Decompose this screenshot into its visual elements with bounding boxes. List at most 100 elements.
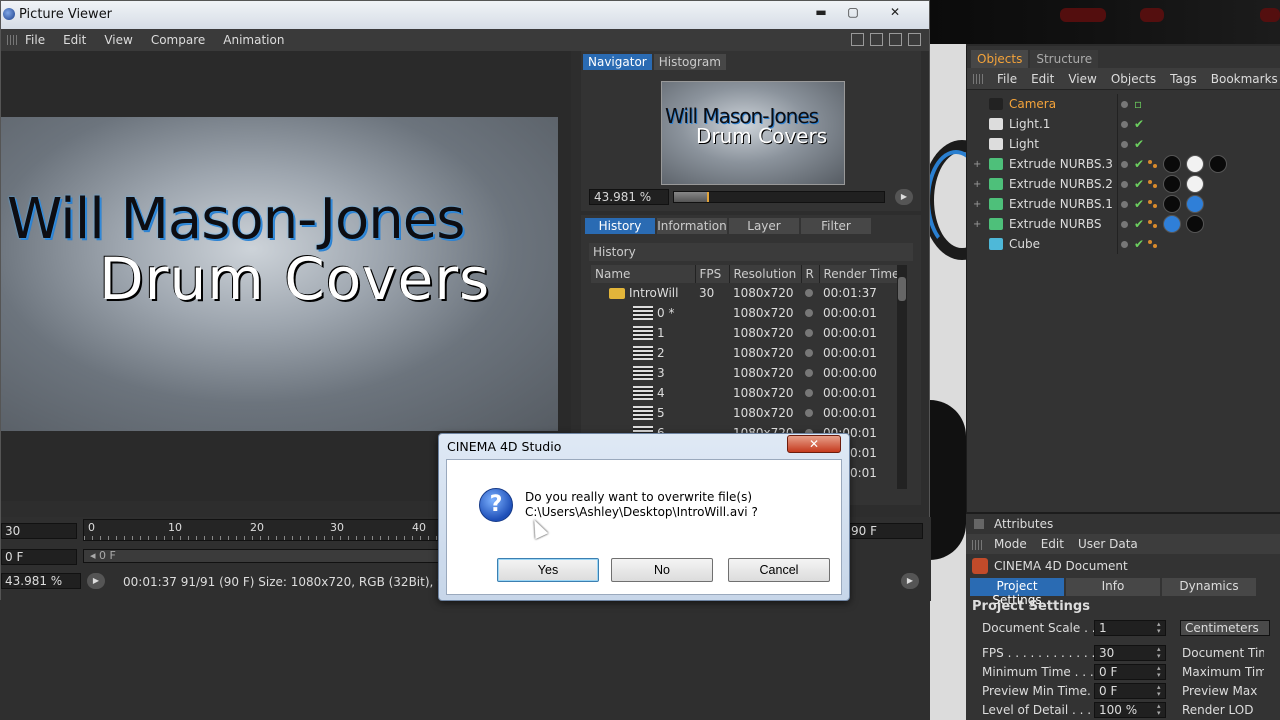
zoom-field[interactable]: 43.981 % <box>589 189 669 205</box>
visibility-dot-icon[interactable] <box>1121 200 1128 208</box>
expand-icon[interactable]: + <box>973 159 983 170</box>
menu-view[interactable]: View <box>1068 72 1096 86</box>
cancel-button[interactable]: Cancel <box>728 558 830 582</box>
enabled-check-icon[interactable]: ✔ <box>1134 137 1144 151</box>
object-name[interactable]: Light.1 <box>1009 117 1115 131</box>
visibility-dot-icon[interactable] <box>1121 220 1128 228</box>
object-name[interactable]: Extrude NURBS.3 <box>1009 157 1115 171</box>
play-icon[interactable]: ▶ <box>895 189 913 205</box>
material-tag-icon[interactable] <box>1163 175 1181 193</box>
object-row[interactable]: Light.1 ✔ <box>967 114 1280 134</box>
visibility-dot-icon[interactable] <box>1121 180 1128 188</box>
col-render-time[interactable]: Render Time <box>819 265 907 283</box>
enabled-check-icon[interactable]: ✔ <box>1134 117 1144 131</box>
timeline-ruler[interactable]: 0 10 20 30 40 <box>83 519 443 541</box>
menu-view[interactable]: View <box>104 33 132 47</box>
grip-icon[interactable] <box>973 74 985 84</box>
object-name[interactable]: Cube <box>1009 237 1115 251</box>
tab-dynamics[interactable]: Dynamics <box>1162 578 1256 596</box>
object-row[interactable]: + Extrude NURBS.2 ✔ <box>967 174 1280 194</box>
table-row[interactable]: 0 * 1080x720 00:00:01 <box>591 303 907 323</box>
attribute-field[interactable]: 0 F <box>1094 663 1166 680</box>
object-name[interactable]: Extrude NURBS.2 <box>1009 177 1115 191</box>
menu-animation[interactable]: Animation <box>223 33 284 47</box>
attribute-field[interactable]: 1 <box>1094 619 1166 636</box>
object-row[interactable]: + Extrude NURBS ✔ <box>967 214 1280 234</box>
expand-icon[interactable]: + <box>973 179 983 190</box>
visibility-dot-icon[interactable] <box>1121 240 1128 248</box>
col-name[interactable]: Name <box>591 265 696 283</box>
material-tag-icon[interactable] <box>1186 175 1204 193</box>
col-resolution[interactable]: Resolution <box>729 265 802 283</box>
enabled-check-icon[interactable]: ▫ <box>1134 97 1144 111</box>
history-scrollbar[interactable] <box>897 265 907 489</box>
table-row[interactable]: 1 1080x720 00:00:01 <box>591 323 907 343</box>
col-r[interactable]: R <box>801 265 820 283</box>
material-tag-icon[interactable] <box>1186 195 1204 213</box>
layout-icon[interactable] <box>851 33 864 46</box>
menu-edit[interactable]: Edit <box>1041 537 1064 551</box>
enabled-check-icon[interactable]: ✔ <box>1134 157 1144 171</box>
move-icon[interactable] <box>889 33 902 46</box>
play-icon[interactable]: ▶ <box>87 573 105 589</box>
table-row[interactable]: 4 1080x720 00:00:01 <box>591 383 907 403</box>
object-name[interactable]: Extrude NURBS.1 <box>1009 197 1115 211</box>
unit-dropdown[interactable]: Centimeters <box>1180 619 1270 636</box>
menu-user-data[interactable]: User Data <box>1078 537 1138 551</box>
object-row[interactable]: + Extrude NURBS.3 ✔ <box>967 154 1280 174</box>
no-button[interactable]: No <box>611 558 713 582</box>
enabled-check-icon[interactable]: ✔ <box>1134 197 1144 211</box>
visibility-dot-icon[interactable] <box>1121 140 1128 148</box>
zoom-icon[interactable] <box>870 33 883 46</box>
tab-info[interactable]: Info <box>1066 578 1160 596</box>
object-row[interactable]: Camera ▫ <box>967 94 1280 114</box>
expand-icon[interactable]: + <box>973 199 983 210</box>
menu-file[interactable]: File <box>997 72 1017 86</box>
object-row[interactable]: Light ✔ <box>967 134 1280 154</box>
object-name[interactable]: Camera <box>1009 97 1115 111</box>
end-frame-field[interactable]: 90 F <box>847 523 923 539</box>
grip-icon[interactable] <box>7 35 19 45</box>
frame-field[interactable]: 0 F <box>1 549 77 565</box>
material-tag-icon[interactable] <box>1163 155 1181 173</box>
menu-objects[interactable]: Objects <box>1111 72 1156 86</box>
object-row[interactable]: Cube ✔ <box>967 234 1280 254</box>
tab-information[interactable]: Information <box>657 218 727 234</box>
tab-navigator[interactable]: Navigator <box>583 54 652 70</box>
menu-mode[interactable]: Mode <box>994 537 1027 551</box>
navigator-thumbnail[interactable]: Will Mason-Jones Drum Covers <box>661 81 845 185</box>
material-tag-icon[interactable] <box>1209 155 1227 173</box>
attribute-field[interactable]: 30 <box>1094 644 1166 661</box>
col-fps[interactable]: FPS <box>695 265 730 283</box>
minimize-button[interactable]: ▬ <box>807 3 835 21</box>
table-row[interactable]: 5 1080x720 00:00:01 <box>591 403 907 423</box>
material-tag-icon[interactable] <box>1163 195 1181 213</box>
tab-project-settings[interactable]: Project Settings <box>970 578 1064 607</box>
status-zoom-field[interactable]: 43.981 % <box>1 573 81 589</box>
close-button[interactable]: ✕ <box>881 3 909 21</box>
tab-structure[interactable]: Structure <box>1030 50 1099 68</box>
maximize-button[interactable]: ▢ <box>839 3 867 21</box>
tab-filter[interactable]: Filter <box>801 218 871 234</box>
play-icon[interactable]: ▶ <box>901 573 919 589</box>
material-tag-icon[interactable] <box>1186 155 1204 173</box>
fps-field[interactable]: 30 <box>1 523 77 539</box>
enabled-check-icon[interactable]: ✔ <box>1134 217 1144 231</box>
tab-histogram[interactable]: Histogram <box>653 54 726 70</box>
object-name[interactable]: Extrude NURBS <box>1009 217 1115 231</box>
table-row[interactable]: 3 1080x720 00:00:00 <box>591 363 907 383</box>
material-tag-icon[interactable] <box>1163 215 1181 233</box>
menu-tags[interactable]: Tags <box>1170 72 1197 86</box>
menu-compare[interactable]: Compare <box>151 33 205 47</box>
download-icon[interactable] <box>908 33 921 46</box>
tab-objects[interactable]: Objects <box>971 50 1029 68</box>
visibility-dot-icon[interactable] <box>1121 160 1128 168</box>
zoom-slider[interactable] <box>673 191 885 203</box>
enabled-check-icon[interactable]: ✔ <box>1134 237 1144 251</box>
material-tag-icon[interactable] <box>1186 215 1204 233</box>
table-row[interactable]: 2 1080x720 00:00:01 <box>591 343 907 363</box>
tab-history[interactable]: History <box>585 218 655 234</box>
object-row[interactable]: + Extrude NURBS.1 ✔ <box>967 194 1280 214</box>
object-name[interactable]: Light <box>1009 137 1115 151</box>
expand-icon[interactable]: + <box>973 219 983 230</box>
